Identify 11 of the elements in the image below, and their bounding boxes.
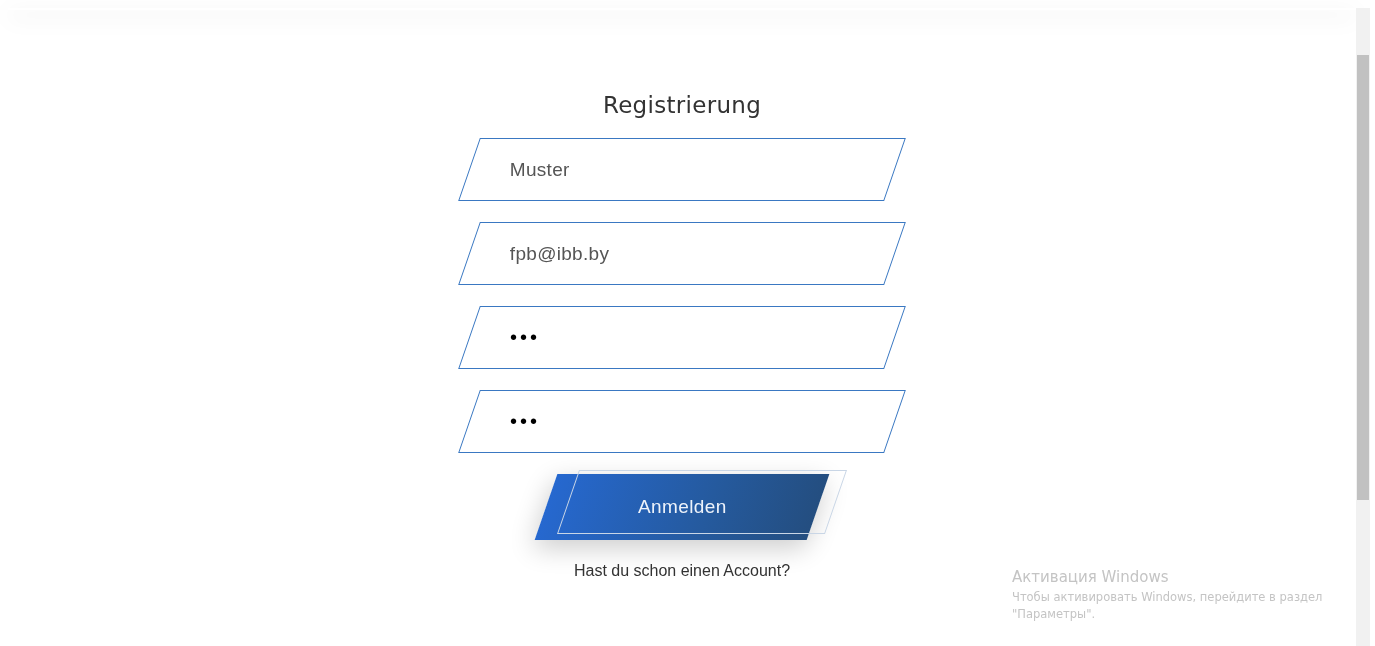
account-link[interactable]: Hast du schon einen Account?: [573, 562, 791, 580]
scrollbar[interactable]: [1356, 8, 1370, 646]
activation-text: Чтобы активировать Windows, перейдите в раздел "Параметры".: [1012, 589, 1324, 623]
submit-button[interactable]: Anmelden: [534, 474, 830, 540]
password-field[interactable]: •••: [458, 390, 906, 453]
input-field[interactable]: Muster: [458, 138, 906, 201]
activation-title: Активация Windows: [1012, 568, 1170, 586]
input-field[interactable]: fpb@ibb.by: [458, 222, 906, 285]
scrollbar-thumb[interactable]: [1357, 55, 1369, 500]
form-title: Registrierung: [602, 92, 762, 118]
password-field[interactable]: •••: [458, 306, 906, 369]
